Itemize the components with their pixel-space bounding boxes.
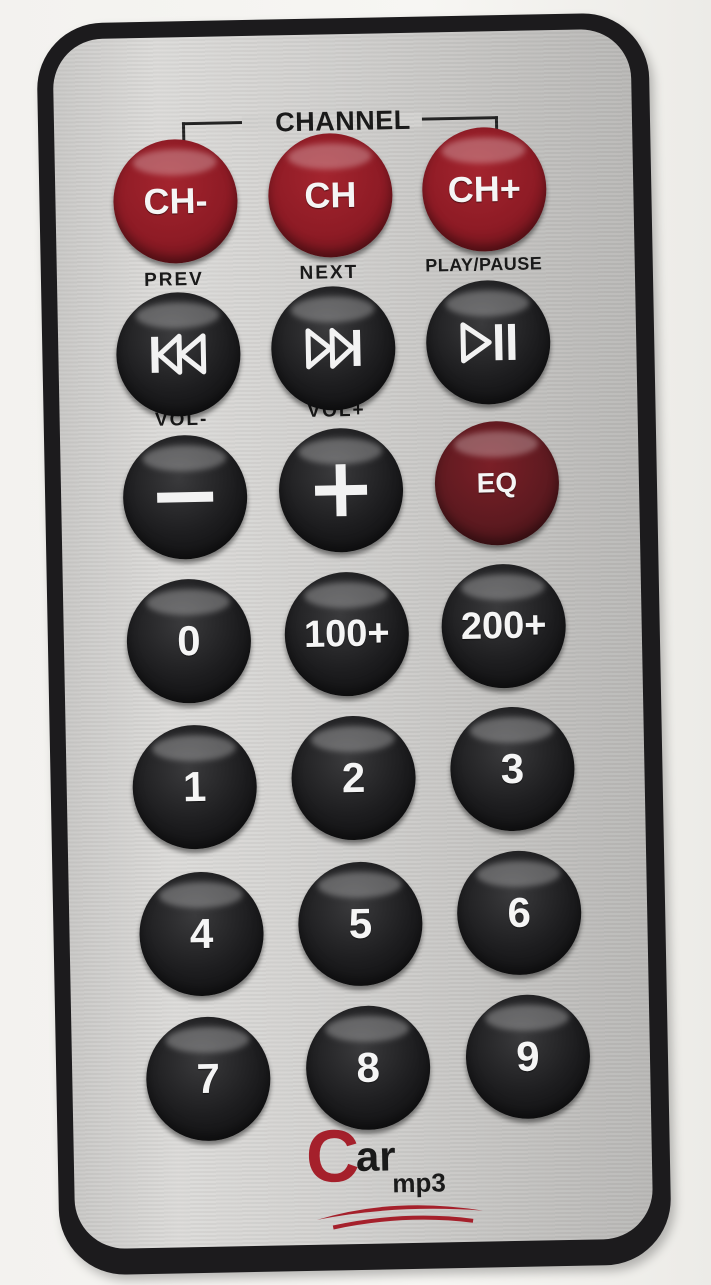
plus-icon (314, 464, 368, 517)
prev-button[interactable] (115, 291, 242, 418)
button-6[interactable]: 6 (456, 849, 583, 977)
skip-next-icon (305, 327, 361, 370)
play-pause-label: PLAY/PAUSE (425, 253, 543, 276)
ch-button[interactable]: CH (267, 132, 394, 259)
prev-label: PREV (143, 268, 205, 291)
vol-down-button[interactable] (121, 434, 249, 561)
button-7[interactable]: 7 (145, 1015, 272, 1143)
vol-up-button[interactable] (277, 427, 405, 554)
ch-minus-button[interactable]: CH- (112, 138, 239, 265)
button-100-plus[interactable]: 100+ (283, 570, 410, 698)
button-200-plus[interactable]: 200+ (440, 562, 567, 690)
svg-text:ar: ar (355, 1132, 396, 1180)
button-2[interactable]: 2 (290, 714, 417, 842)
button-5[interactable]: 5 (297, 860, 424, 988)
remote-face: CHANNEL CH- CH CH+ PREV NEXT PLAY/PAUSE (52, 28, 654, 1250)
svg-text:mp3: mp3 (392, 1167, 446, 1198)
button-4[interactable]: 4 (138, 870, 265, 998)
play-pause-button[interactable] (425, 279, 552, 406)
car-mp3-logo: C ar mp3 (305, 1114, 483, 1230)
skip-previous-icon (151, 333, 207, 375)
play-pause-icon (460, 322, 516, 364)
remote-control: CHANNEL CH- CH CH+ PREV NEXT PLAY/PAUSE (36, 12, 672, 1276)
button-1[interactable]: 1 (131, 723, 258, 851)
next-label: NEXT (299, 261, 359, 284)
button-0[interactable]: 0 (125, 577, 253, 705)
minus-icon (157, 491, 214, 503)
channel-group-label: CHANNEL (274, 104, 411, 138)
ch-plus-button[interactable]: CH+ (421, 126, 548, 253)
eq-button[interactable]: EQ (433, 420, 561, 547)
button-3[interactable]: 3 (449, 705, 576, 833)
button-9[interactable]: 9 (464, 993, 592, 1120)
next-button[interactable] (270, 285, 397, 412)
